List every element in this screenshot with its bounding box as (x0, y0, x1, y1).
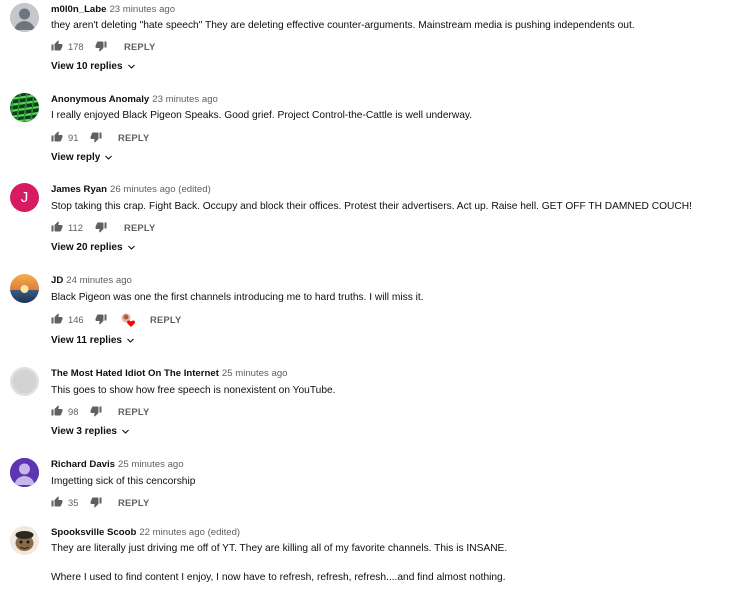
thumb-up-icon (51, 313, 63, 324)
thumb-down-icon (95, 222, 107, 233)
like-button[interactable]: 35 (51, 496, 78, 508)
like-button[interactable]: 91 (51, 131, 78, 143)
comment-timestamp[interactable]: 23 minutes ago (109, 4, 175, 15)
avatar[interactable] (10, 367, 39, 396)
comment-author[interactable]: Richard Davis (51, 459, 115, 470)
comment-header: Anonymous Anomaly 23 minutes ago (51, 94, 218, 105)
view-replies-label: View reply (51, 152, 101, 163)
reply-button[interactable]: REPLY (118, 132, 149, 143)
reply-button[interactable]: REPLY (118, 497, 149, 508)
like-count: 112 (68, 221, 83, 233)
like-button[interactable]: 98 (51, 405, 78, 417)
creator-heart-icon (121, 313, 135, 327)
thumb-down-icon (90, 497, 102, 508)
like-button[interactable]: 178 (51, 40, 84, 52)
comment-header: m0l0n_Labe 23 minutes ago (51, 4, 175, 15)
avatar[interactable]: J (10, 183, 39, 212)
thumb-up-icon (51, 131, 63, 142)
thumb-down-icon (95, 41, 107, 52)
chevron-down-icon (127, 338, 134, 343)
view-replies-label: View 10 replies (51, 61, 123, 72)
comment-author[interactable]: The Most Hated Idiot On The Internet (51, 368, 219, 379)
avatar[interactable] (10, 274, 39, 303)
like-button[interactable]: 146 (51, 313, 84, 325)
view-replies-label: View 20 replies (51, 242, 123, 253)
comment-text: Imgetting sick of this cencorship (51, 476, 196, 487)
comment-timestamp[interactable]: 26 minutes ago (edited) (110, 184, 211, 195)
dislike-button[interactable] (90, 405, 102, 417)
chevron-down-icon (105, 155, 113, 160)
avatar[interactable] (10, 458, 39, 487)
view-replies-label: View 11 replies (51, 335, 122, 346)
comment-timestamp[interactable]: 22 minutes ago (edited) (139, 527, 240, 538)
avatar[interactable] (10, 93, 39, 122)
dislike-button[interactable] (95, 313, 107, 325)
dislike-button[interactable] (95, 221, 107, 233)
comment-header: Richard Davis 25 minutes ago (51, 459, 184, 470)
like-count: 146 (68, 313, 84, 325)
comment-text: they aren't deleting "hate speech" They … (51, 20, 635, 31)
view-replies-button[interactable]: View 10 replies (51, 61, 136, 72)
comment-header: Spooksville Scoob 22 minutes ago (edited) (51, 527, 240, 538)
dislike-button[interactable] (90, 496, 102, 508)
thumb-up-icon (51, 40, 63, 51)
thumb-up-icon (51, 496, 63, 507)
view-replies-button[interactable]: View reply (51, 152, 113, 163)
comment-text: They are literally just driving me off o… (51, 543, 508, 554)
comment-text: Black Pigeon was one the first channels … (51, 292, 424, 303)
avatar-letter: J (20, 189, 29, 206)
comment-text-paragraph: Where I used to find content I enjoy, I … (51, 572, 506, 583)
view-replies-button[interactable]: View 20 replies (51, 242, 136, 253)
view-replies-button[interactable]: View 3 replies (51, 426, 130, 437)
chevron-down-icon (127, 245, 135, 250)
reply-button[interactable]: REPLY (118, 406, 149, 417)
creator-heart-badge (120, 312, 136, 328)
comment-header: The Most Hated Idiot On The Internet 25 m… (51, 368, 288, 379)
view-replies-button[interactable]: View 11 replies (51, 335, 135, 346)
comment-author[interactable]: m0l0n_Labe (51, 4, 106, 15)
reply-button[interactable]: REPLY (150, 314, 181, 325)
view-replies-label: View 3 replies (51, 426, 117, 437)
like-button[interactable]: 112 (51, 221, 83, 233)
comment-text: I really enjoyed Black Pigeon Speaks. Go… (51, 110, 473, 121)
reply-button[interactable]: REPLY (124, 222, 155, 233)
comment-header: JD 24 minutes ago (51, 275, 132, 286)
thumb-down-icon (95, 314, 107, 325)
chevron-down-icon (122, 429, 129, 434)
thumb-down-icon (90, 132, 102, 143)
comment-timestamp[interactable]: 25 minutes ago (118, 459, 184, 470)
dislike-button[interactable] (95, 40, 107, 52)
comment-author[interactable]: Spooksville Scoob (51, 527, 136, 538)
like-count: 98 (68, 405, 79, 417)
comment-timestamp[interactable]: 23 minutes ago (152, 94, 218, 105)
thumb-down-icon (90, 406, 102, 417)
comment-timestamp[interactable]: 24 minutes ago (66, 275, 132, 286)
like-count: 35 (68, 496, 79, 508)
comment-author[interactable]: James Ryan (51, 184, 107, 195)
comment-author[interactable]: Anonymous Anomaly (51, 94, 149, 105)
dislike-button[interactable] (90, 131, 102, 143)
thumb-up-icon (51, 405, 63, 416)
like-count: 91 (68, 131, 79, 143)
like-count: 178 (68, 40, 84, 52)
avatar[interactable] (10, 3, 39, 32)
comment-author[interactable]: JD (51, 275, 63, 286)
reply-button[interactable]: REPLY (124, 41, 155, 52)
comment-header: James Ryan 26 minutes ago (edited) (51, 184, 211, 195)
comment-timestamp[interactable]: 25 minutes ago (222, 368, 288, 379)
avatar[interactable] (10, 526, 39, 555)
comment-text: This goes to show how free speech is non… (51, 385, 336, 396)
thumb-up-icon (51, 221, 63, 232)
comment-text: Stop taking this crap. Fight Back. Occup… (51, 201, 692, 212)
chevron-down-icon (127, 64, 135, 69)
